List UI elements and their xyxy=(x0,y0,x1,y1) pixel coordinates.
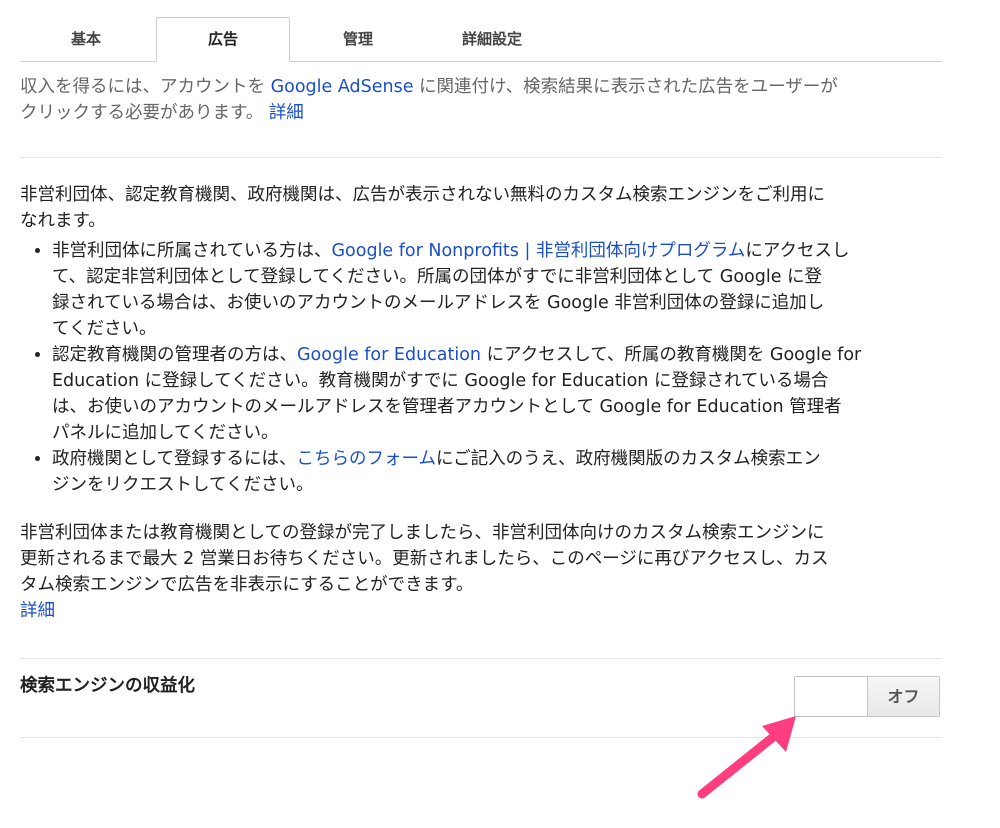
nonprofit-after: 非営利団体または教育機関としての登録が完了しましたら、非営利団体向けのカスタム検… xyxy=(20,520,960,624)
pointer-arrow-icon xyxy=(697,716,796,799)
nonprofit-after-line3: タム検索エンジンで広告を非表示にすることができます。 xyxy=(20,575,474,595)
adsense-intro-text-3: クリックする必要があります。 xyxy=(20,103,269,123)
settings-tabs: 基本 広告 管理 詳細設定 xyxy=(20,17,942,62)
nonprofit-bullet-list: 非営利団体に所属されている方は、Google for Nonprofits | … xyxy=(20,238,982,498)
bullet-line: Education に登録してください。教育機関がすでに Google for … xyxy=(52,371,829,391)
tab-basic[interactable]: 基本 xyxy=(20,18,152,60)
adsense-intro: 収入を得るには、アカウントを Google AdSense に関連付け、検索結果… xyxy=(20,74,960,126)
divider xyxy=(20,157,942,158)
toggle-off-label: オフ xyxy=(867,677,939,716)
tab-management[interactable]: 管理 xyxy=(292,18,424,60)
adsense-link[interactable]: Google AdSense xyxy=(271,77,414,97)
adsense-intro-text-2: に関連付け、検索結果に表示された広告をユーザーが xyxy=(413,77,838,97)
list-item: 政府機関として登録するには、こちらのフォームにご記入のうえ、政府機関版のカスタム… xyxy=(52,446,982,498)
nonprofit-after-line2: 更新されるまで最大 2 営業日お待ちください。更新されましたら、このページに再び… xyxy=(20,549,829,569)
ads-settings-page: 基本 広告 管理 詳細設定 収入を得るには、アカウントを Google AdSe… xyxy=(0,0,1000,828)
monetize-search-engine-label: 検索エンジンの収益化 xyxy=(20,676,195,696)
google-for-education-link[interactable]: Google for Education xyxy=(297,345,481,365)
list-item: 認定教育機関の管理者の方は、Google for Education にアクセス… xyxy=(52,342,982,446)
bullet-text: にご記入のうえ、政府機関版のカスタム検索エン xyxy=(435,449,821,469)
adsense-intro-line2: クリックする必要があります。 詳細 xyxy=(20,100,960,126)
bullet-text: にアクセスし xyxy=(745,241,850,261)
nonprofit-after-line1: 非営利団体または教育機関としての登録が完了しましたら、非営利団体向けのカスタム検… xyxy=(20,523,825,543)
nonprofit-lead: 非営利団体、認定教育機関、政府機関は、広告が表示されない無料のカスタム検索エンジ… xyxy=(20,182,960,234)
government-form-link[interactable]: こちらのフォーム xyxy=(296,449,435,469)
bullet-line: 認定教育機関の管理者の方は、Google for Education にアクセス… xyxy=(52,342,982,368)
adsense-details-link[interactable]: 詳細 xyxy=(269,103,304,123)
tab-advanced-settings[interactable]: 詳細設定 xyxy=(426,18,558,60)
adsense-intro-line1: 収入を得るには、アカウントを Google AdSense に関連付け、検索結果… xyxy=(20,74,960,100)
nonprofit-details-link[interactable]: 詳細 xyxy=(20,601,55,621)
nonprofit-lead-line1: 非営利団体、認定教育機関、政府機関は、広告が表示されない無料のカスタム検索エンジ… xyxy=(20,185,825,205)
bullet-line: て、認定非営利団体として登録してください。所属の団体がすでに非営利団体として G… xyxy=(52,267,823,287)
nonprofits-program-link[interactable]: Google for Nonprofits | 非営利団体向けプログラム xyxy=(331,241,745,261)
adsense-intro-text: 収入を得るには、アカウントを xyxy=(20,77,271,97)
bullet-text: 非営利団体に所属されている方は、 xyxy=(52,241,332,261)
tab-ads[interactable]: 広告 xyxy=(156,17,290,62)
bullet-line: は、お使いのアカウントのメールアドレスを管理者アカウントとして Google f… xyxy=(52,397,842,417)
bullet-line: パネルに追加してください。 xyxy=(52,423,279,443)
bullet-text: にアクセスして、所属の教育機関を Google for xyxy=(481,345,862,365)
bullet-text: 政府機関として登録するには、 xyxy=(52,449,297,469)
nonprofit-lead-line2: なれます。 xyxy=(20,211,106,231)
bullet-line: 政府機関として登録するには、こちらのフォームにご記入のうえ、政府機関版のカスタム… xyxy=(52,446,982,472)
bullet-line: ジンをリクエストしてください。 xyxy=(52,475,314,495)
bullet-text: 認定教育機関の管理者の方は、 xyxy=(52,345,297,365)
list-item: 非営利団体に所属されている方は、Google for Nonprofits | … xyxy=(52,238,982,342)
bullet-line: 録されている場合は、お使いのアカウントのメールアドレスを Google 非営利団… xyxy=(52,293,825,313)
nonprofit-after-details: 詳細 xyxy=(20,598,960,624)
divider xyxy=(20,658,942,659)
bullet-line: てください。 xyxy=(52,319,157,339)
bullet-line: 非営利団体に所属されている方は、Google for Nonprofits | … xyxy=(52,238,982,264)
